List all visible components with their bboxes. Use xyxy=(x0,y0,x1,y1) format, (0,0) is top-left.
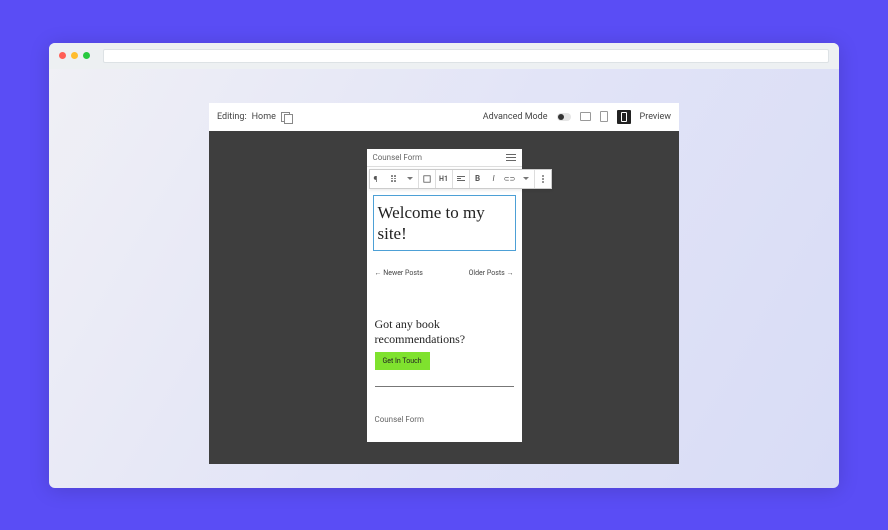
site-header: Counsel Form xyxy=(367,149,522,167)
preview-button[interactable]: Preview xyxy=(640,112,671,122)
transform-button[interactable] xyxy=(419,170,435,188)
divider xyxy=(375,386,514,387)
editor-toolbar: Editing: Home Advanced Mode Preview xyxy=(209,103,679,131)
page-name[interactable]: Home xyxy=(252,112,276,122)
block-type-button[interactable] xyxy=(370,170,386,188)
advanced-mode-label: Advanced Mode xyxy=(483,112,548,122)
window-maximize-icon[interactable] xyxy=(83,52,90,59)
window-minimize-icon[interactable] xyxy=(71,52,78,59)
cta-button[interactable]: Get In Touch xyxy=(375,352,430,370)
editor-canvas-backdrop: Counsel Form H1 xyxy=(209,131,679,464)
heading-block[interactable]: Welcome to my site! xyxy=(373,195,516,252)
newer-posts-link[interactable]: ← Newer Posts xyxy=(375,269,423,277)
browser-window: Editing: Home Advanced Mode Preview xyxy=(49,43,839,488)
align-button[interactable] xyxy=(453,170,469,188)
block-toolbar: H1 B I ⊂⊃ xyxy=(369,169,552,189)
window-close-icon[interactable] xyxy=(59,52,66,59)
move-chevron-icon[interactable] xyxy=(402,170,418,188)
browser-chrome xyxy=(49,43,839,69)
block-options-button[interactable] xyxy=(535,170,551,188)
more-rich-text-icon[interactable] xyxy=(518,170,534,188)
drag-handle-icon[interactable] xyxy=(386,170,402,188)
tablet-view-icon[interactable] xyxy=(600,111,608,122)
toolbar-left: Editing: Home xyxy=(217,112,293,122)
template-icon[interactable] xyxy=(281,112,293,122)
footer-section: Got any book recommendations? Get In Tou… xyxy=(367,295,522,378)
hamburger-menu-icon[interactable] xyxy=(506,154,516,161)
toggle-thumb xyxy=(558,114,564,120)
older-posts-link[interactable]: Older Posts → xyxy=(469,269,514,277)
mobile-view-button[interactable] xyxy=(617,110,631,124)
toolbar-right: Advanced Mode Preview xyxy=(483,110,671,124)
italic-button[interactable]: I xyxy=(486,170,502,188)
mobile-icon xyxy=(621,112,627,122)
heading-level-button[interactable]: H1 xyxy=(436,170,452,188)
posts-navigation: ← Newer Posts Older Posts → xyxy=(367,257,522,295)
url-bar[interactable] xyxy=(103,49,829,63)
footer-heading[interactable]: Got any book recommendations? xyxy=(375,317,514,347)
mobile-preview-canvas: Counsel Form H1 xyxy=(367,149,522,443)
site-title[interactable]: Counsel Form xyxy=(373,153,423,162)
editing-label: Editing: xyxy=(217,112,247,122)
advanced-mode-toggle[interactable] xyxy=(557,113,571,121)
desktop-view-icon[interactable] xyxy=(580,112,591,121)
link-button[interactable]: ⊂⊃ xyxy=(502,170,518,188)
site-footer-brand[interactable]: Counsel Form xyxy=(367,395,522,442)
editor-viewport: Editing: Home Advanced Mode Preview xyxy=(49,69,839,484)
bold-button[interactable]: B xyxy=(470,170,486,188)
